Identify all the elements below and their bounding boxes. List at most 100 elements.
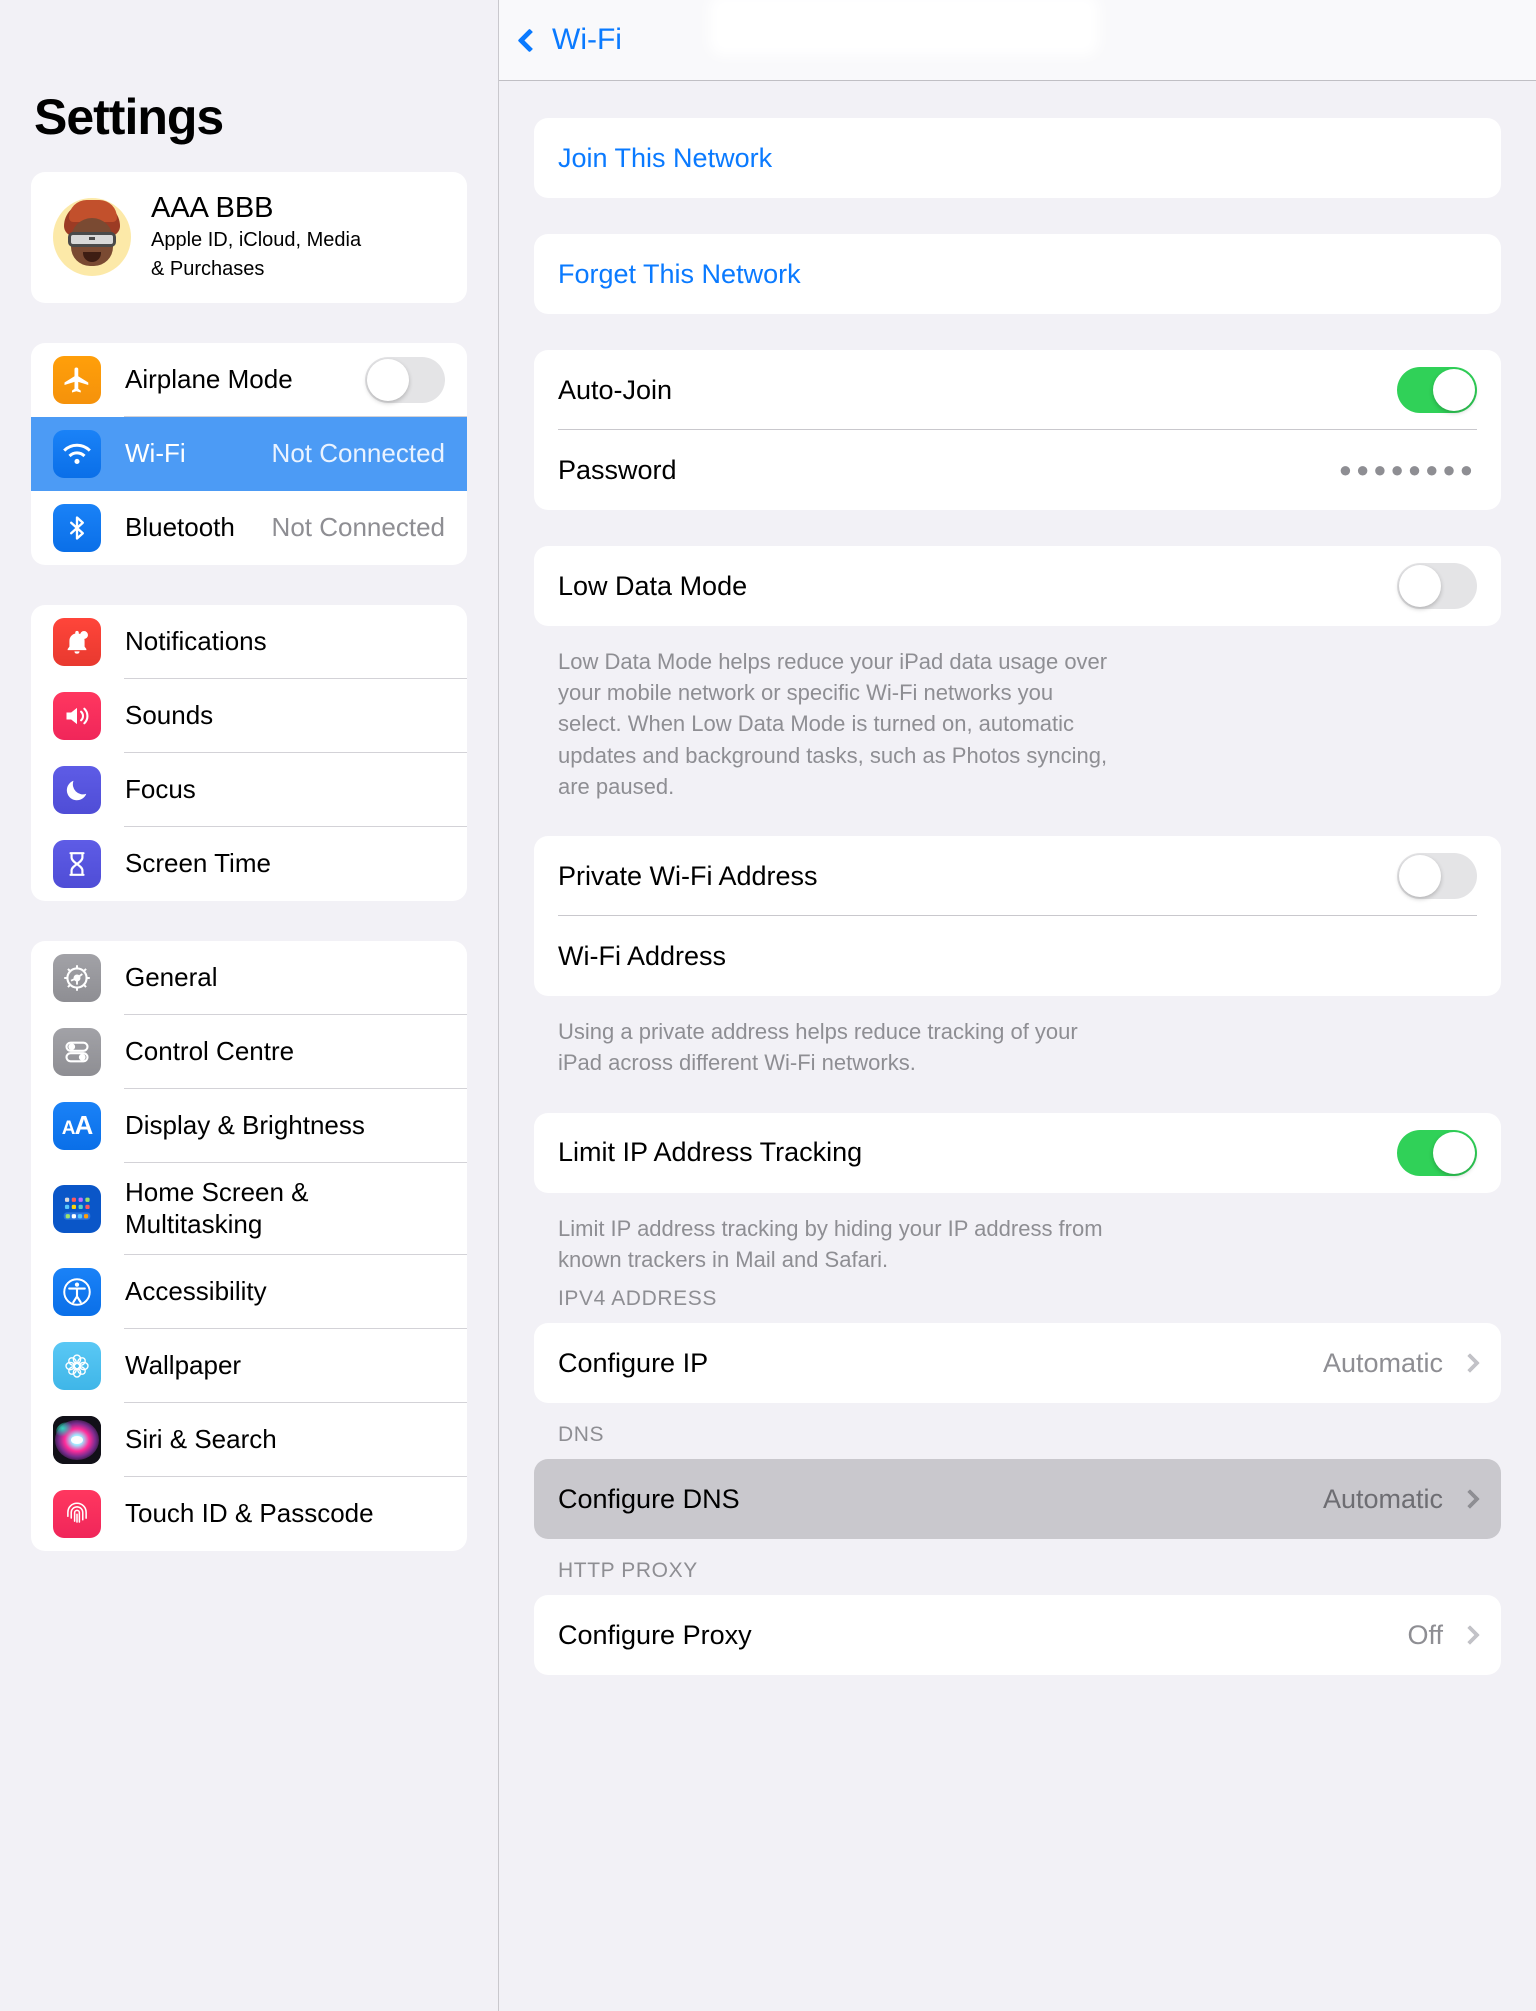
sidebar-item-label: Siri & Search: [125, 1423, 277, 1454]
account-subtitle-line2: & Purchases: [151, 257, 265, 280]
wifi-address-row[interactable]: Wi-Fi Address: [534, 916, 1501, 996]
forget-network-label: Forget This Network: [558, 258, 801, 289]
sidebar-item-label: Wi-Fi: [125, 437, 186, 468]
bluetooth-status: Not Connected: [271, 512, 445, 543]
limit-ip-tracking-footnote: Limit IP address tracking by hiding your…: [558, 1215, 1103, 1272]
sidebar-item-home-screen-multitasking[interactable]: Home Screen & Multitasking: [31, 1163, 467, 1255]
chevron-left-icon: [517, 27, 542, 53]
sidebar-item-label: Sounds: [125, 699, 214, 730]
alerts-group: Notifications Sounds Focus Screen Time: [31, 604, 467, 901]
system-group: General Control Centre AA Display & Brig…: [31, 940, 467, 1551]
join-network-card[interactable]: Join This Network: [534, 118, 1501, 198]
low-data-mode-label: Low Data Mode: [558, 570, 748, 601]
dns-section-header: DNS: [558, 1423, 605, 1447]
forget-network-row[interactable]: Forget This Network: [534, 234, 1501, 314]
bell-icon: [53, 617, 101, 666]
gear-icon: [53, 953, 101, 1002]
settings-app: Settings AAA BBB Apple ID, iCloud, Media…: [0, 0, 1536, 2011]
navbar-blur-overlay: [709, 0, 1099, 56]
private-wifi-address-toggle[interactable]: [1397, 853, 1477, 900]
sidebar-item-label: Focus: [125, 773, 196, 804]
configure-proxy-card[interactable]: Configure Proxy Off: [534, 1595, 1501, 1676]
ipv4-section-header: IPV4 ADDRESS: [558, 1287, 717, 1311]
accessibility-icon: [53, 1267, 101, 1316]
sidebar-item-label: Bluetooth: [125, 511, 235, 542]
sidebar-item-wallpaper[interactable]: Wallpaper: [31, 1329, 467, 1403]
wifi-detail-pane: Wi-Fi Join This Network Forget This Netw…: [498, 0, 1536, 2011]
limit-ip-tracking-toggle[interactable]: [1397, 1129, 1477, 1176]
back-button[interactable]: Wi-Fi: [517, 23, 622, 57]
configure-dns-card[interactable]: Configure DNS Automatic: [534, 1459, 1501, 1540]
configure-proxy-row[interactable]: Configure Proxy Off: [534, 1595, 1501, 1675]
configure-ip-card[interactable]: Configure IP Automatic: [534, 1323, 1501, 1404]
page-title: Settings: [34, 89, 224, 145]
limit-ip-tracking-card: Limit IP Address Tracking: [534, 1112, 1501, 1193]
detail-navbar: Wi-Fi: [499, 0, 1536, 81]
account-card[interactable]: AAA BBB Apple ID, iCloud, Media & Purcha…: [31, 172, 467, 303]
configure-dns-value: Automatic: [1322, 1483, 1443, 1514]
sidebar-item-touch-id-passcode[interactable]: Touch ID & Passcode: [31, 1477, 467, 1551]
sidebar-item-siri-search[interactable]: Siri & Search: [31, 1403, 467, 1477]
chevron-right-icon: [1460, 1489, 1480, 1510]
sidebar-item-label: Touch ID & Passcode: [125, 1497, 374, 1528]
fingerprint-icon: [53, 1489, 101, 1538]
limit-ip-tracking-label: Limit IP Address Tracking: [558, 1137, 863, 1168]
chevron-right-icon: [1460, 1625, 1480, 1646]
low-data-mode-card: Low Data Mode: [534, 546, 1501, 626]
limit-ip-tracking-row[interactable]: Limit IP Address Tracking: [534, 1113, 1501, 1193]
low-data-mode-toggle[interactable]: [1397, 563, 1477, 609]
airplane-mode-toggle[interactable]: [365, 356, 445, 403]
auto-join-password-card: Auto-Join Password ●●●●●●●●: [534, 350, 1501, 510]
settings-sidebar: Settings AAA BBB Apple ID, iCloud, Media…: [0, 0, 498, 2011]
auto-join-toggle[interactable]: [1397, 367, 1477, 413]
configure-ip-value: Automatic: [1322, 1347, 1443, 1378]
forget-network-card[interactable]: Forget This Network: [534, 234, 1501, 314]
account-subtitle-line1: Apple ID, iCloud, Media: [151, 229, 362, 252]
sidebar-item-label: Control Centre: [125, 1035, 295, 1066]
private-wifi-address-row[interactable]: Private Wi-Fi Address: [534, 836, 1501, 917]
low-data-mode-row[interactable]: Low Data Mode: [534, 546, 1501, 626]
configure-dns-row[interactable]: Configure DNS Automatic: [534, 1459, 1501, 1539]
speaker-icon: [53, 691, 101, 740]
sidebar-item-general[interactable]: General: [31, 941, 467, 1015]
sidebar-item-sounds[interactable]: Sounds: [31, 679, 467, 753]
sidebar-item-screen-time[interactable]: Screen Time: [31, 827, 467, 901]
sidebar-item-display-brightness[interactable]: AA Display & Brightness: [31, 1089, 467, 1163]
sidebar-item-airplane-mode[interactable]: Airplane Mode: [31, 343, 467, 417]
auto-join-label: Auto-Join: [558, 374, 673, 405]
hourglass-icon: [53, 839, 101, 888]
account-row[interactable]: AAA BBB Apple ID, iCloud, Media & Purcha…: [31, 172, 467, 303]
flower-icon: [53, 1341, 101, 1390]
detail-scroll-area: Join This Network Forget This Network Au…: [499, 81, 1536, 1676]
configure-dns-label: Configure DNS: [558, 1483, 740, 1514]
password-row[interactable]: Password ●●●●●●●●: [534, 430, 1501, 510]
wifi-icon: [53, 429, 101, 478]
private-wifi-address-label: Private Wi-Fi Address: [558, 860, 818, 891]
sidebar-item-bluetooth[interactable]: Bluetooth Not Connected: [31, 491, 467, 565]
sidebar-item-notifications[interactable]: Notifications: [31, 605, 467, 679]
back-label: Wi-Fi: [552, 23, 622, 56]
private-wifi-card: Private Wi-Fi Address Wi-Fi Address: [534, 836, 1501, 997]
sidebar-item-focus[interactable]: Focus: [31, 753, 467, 827]
low-data-mode-footnote: Low Data Mode helps reduce your iPad dat…: [558, 649, 1108, 799]
configure-ip-row[interactable]: Configure IP Automatic: [534, 1323, 1501, 1403]
join-network-row[interactable]: Join This Network: [534, 118, 1501, 198]
sidebar-item-accessibility[interactable]: Accessibility: [31, 1255, 467, 1329]
text-size-icon: AA: [53, 1101, 101, 1150]
sidebar-item-label: Accessibility: [125, 1275, 267, 1306]
sliders-icon: [53, 1027, 101, 1076]
sidebar-item-control-centre[interactable]: Control Centre: [31, 1015, 467, 1089]
configure-proxy-label: Configure Proxy: [558, 1619, 752, 1650]
sidebar-item-label: Display & Brightness: [125, 1109, 365, 1140]
join-network-label: Join This Network: [558, 142, 773, 173]
moon-icon: [53, 765, 101, 814]
sidebar-item-wifi[interactable]: Wi-Fi Not Connected: [31, 416, 467, 491]
chevron-right-icon: [1460, 1353, 1480, 1374]
sidebar-item-label: Screen Time: [125, 847, 271, 878]
http-proxy-section-header: HTTP PROXY: [558, 1559, 698, 1583]
sidebar-item-label: Notifications: [125, 625, 267, 656]
account-text: AAA BBB Apple ID, iCloud, Media & Purcha…: [151, 192, 361, 283]
configure-proxy-value: Off: [1407, 1619, 1443, 1650]
account-name: AAA BBB: [151, 192, 274, 224]
auto-join-row[interactable]: Auto-Join: [534, 350, 1501, 430]
